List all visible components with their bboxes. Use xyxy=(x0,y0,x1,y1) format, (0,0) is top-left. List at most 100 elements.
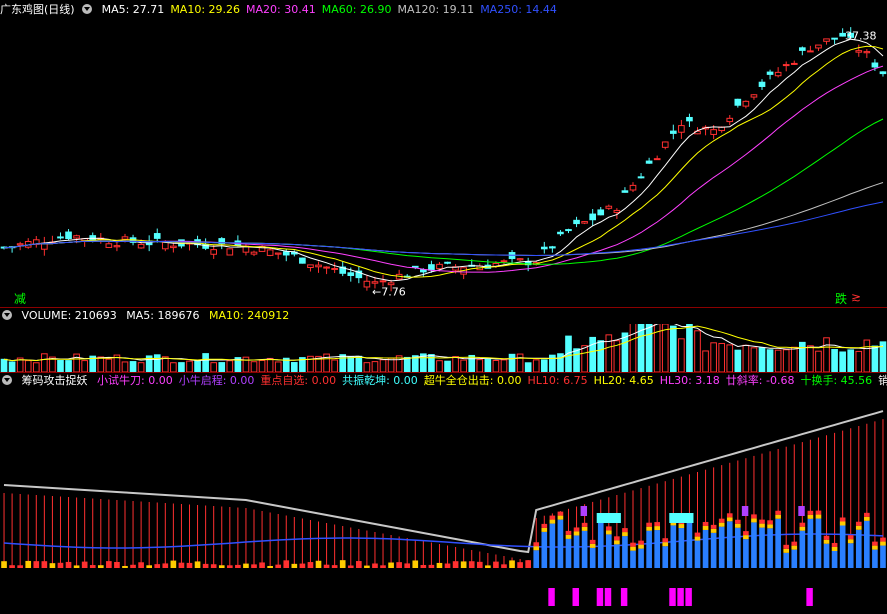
indicator-small-bar xyxy=(218,565,225,568)
ma-legend-item: MA20: 30.41 xyxy=(246,3,316,16)
candle-body xyxy=(274,252,282,255)
candle-body xyxy=(613,209,621,213)
signal-magenta-bar xyxy=(572,588,579,606)
candle-body xyxy=(605,205,613,209)
volume-bar xyxy=(250,361,258,372)
indicator-red-cap xyxy=(638,540,644,545)
indicator-blue-bar xyxy=(799,530,806,568)
indicator-blue-bar xyxy=(605,534,612,568)
candle-body xyxy=(153,233,161,239)
volume-bar xyxy=(484,358,492,372)
indicator-small-bar xyxy=(525,560,531,568)
candle-body xyxy=(621,190,629,193)
indicator-small-bar xyxy=(347,565,354,568)
volume-bar xyxy=(661,324,669,372)
indicator-legend-item: 十换手: 45.56 xyxy=(800,374,873,387)
volume-bar xyxy=(863,339,871,372)
indicator-small-bar xyxy=(372,563,378,568)
indicator-small-bar xyxy=(41,561,48,568)
volume-bar xyxy=(694,330,701,372)
candle-body xyxy=(645,160,653,164)
indicator-small-bar xyxy=(73,565,80,568)
volume-bar xyxy=(41,353,48,372)
dropdown-icon[interactable] xyxy=(82,4,93,14)
volume-bar xyxy=(847,349,855,372)
candle-body xyxy=(323,266,330,269)
volume-bar xyxy=(258,359,266,372)
volume-bar xyxy=(855,350,863,372)
candle-body xyxy=(57,236,64,239)
indicator-red-cap xyxy=(533,542,540,547)
indicator-blue-bar xyxy=(694,540,701,568)
indicator-blue-bar xyxy=(589,547,596,568)
volume-bar xyxy=(202,353,209,372)
indicator-red-cap xyxy=(743,531,749,536)
volume-bar xyxy=(274,361,282,372)
indicator-blue-bar xyxy=(597,521,604,568)
indicator-small-bar xyxy=(315,560,322,568)
indicator-small-bar xyxy=(33,561,40,568)
volume-bar xyxy=(105,358,113,372)
candle-body xyxy=(637,176,645,179)
indicator-yellow-cap xyxy=(581,526,588,531)
indicator-chart[interactable] xyxy=(0,390,887,614)
right-marker: 跌 xyxy=(835,292,848,306)
volume-bar xyxy=(81,360,88,372)
signal-magenta-bar xyxy=(596,588,604,606)
volume-bar xyxy=(210,362,218,372)
dropdown-icon[interactable] xyxy=(2,375,12,385)
candle-body xyxy=(307,264,314,269)
indicator-yellow-cap xyxy=(783,548,790,553)
candle-body xyxy=(299,257,306,264)
volume-bar xyxy=(339,354,347,372)
indicator-blue-bar xyxy=(557,519,564,568)
candle-body xyxy=(581,221,588,224)
indicator-red-cap xyxy=(831,542,838,547)
indicator-blue-bar xyxy=(855,529,862,568)
signal-purple-block xyxy=(798,506,805,516)
candle-body xyxy=(540,246,548,250)
volume-chart[interactable] xyxy=(0,324,887,372)
dropdown-icon[interactable] xyxy=(2,310,12,320)
indicator-small-bar xyxy=(17,565,23,568)
indicator-blue-bar xyxy=(646,530,652,568)
indicator-blue-bar xyxy=(823,543,830,568)
volume-bar xyxy=(331,359,338,372)
indicator-red-cap xyxy=(815,510,822,515)
indicator-red-cap xyxy=(694,532,701,537)
indicator-blue-bar xyxy=(541,531,548,568)
indicator-yellow-cap xyxy=(735,523,741,528)
indicator-red-cap xyxy=(718,518,725,523)
indicator-small-bar xyxy=(194,561,201,568)
indicator-yellow-cap xyxy=(622,532,628,537)
indicator-red-cap xyxy=(767,520,773,525)
candle-body xyxy=(363,280,371,288)
candle-body xyxy=(516,258,524,261)
indicator-blue-bar xyxy=(831,550,838,568)
chart-title: 广东鸡图(日线) xyxy=(0,3,75,16)
volume-bar xyxy=(226,360,234,372)
indicator-yellow-cap xyxy=(565,534,572,539)
indicator-small-bar xyxy=(122,565,128,568)
indicator-yellow-cap xyxy=(864,516,870,521)
left-marker: 减 xyxy=(14,292,27,306)
candle-body xyxy=(16,243,24,246)
candle-body xyxy=(73,235,80,239)
indicator-small-bar xyxy=(9,565,15,568)
indicator-yellow-cap xyxy=(573,531,580,536)
indicator-title: 筹码攻击捉妖 xyxy=(21,374,88,387)
volume-bar xyxy=(799,341,806,372)
indicator-blue-bar xyxy=(872,549,878,568)
indicator-blue-bar xyxy=(670,525,677,568)
indicator-red-cap xyxy=(662,538,669,543)
indicator-small-bar xyxy=(388,562,394,568)
candle-body xyxy=(210,249,218,255)
indicator-small-bar xyxy=(138,562,144,568)
candle-body xyxy=(411,265,419,268)
volume-bar xyxy=(137,362,145,372)
candle-body xyxy=(557,231,564,235)
indicator-legend-item: 重点自选: 0.00 xyxy=(260,374,337,387)
candlestick-chart[interactable]: 37.38 ←7.76 xyxy=(0,18,887,308)
candle-body xyxy=(65,231,72,240)
candle-body xyxy=(113,245,121,248)
